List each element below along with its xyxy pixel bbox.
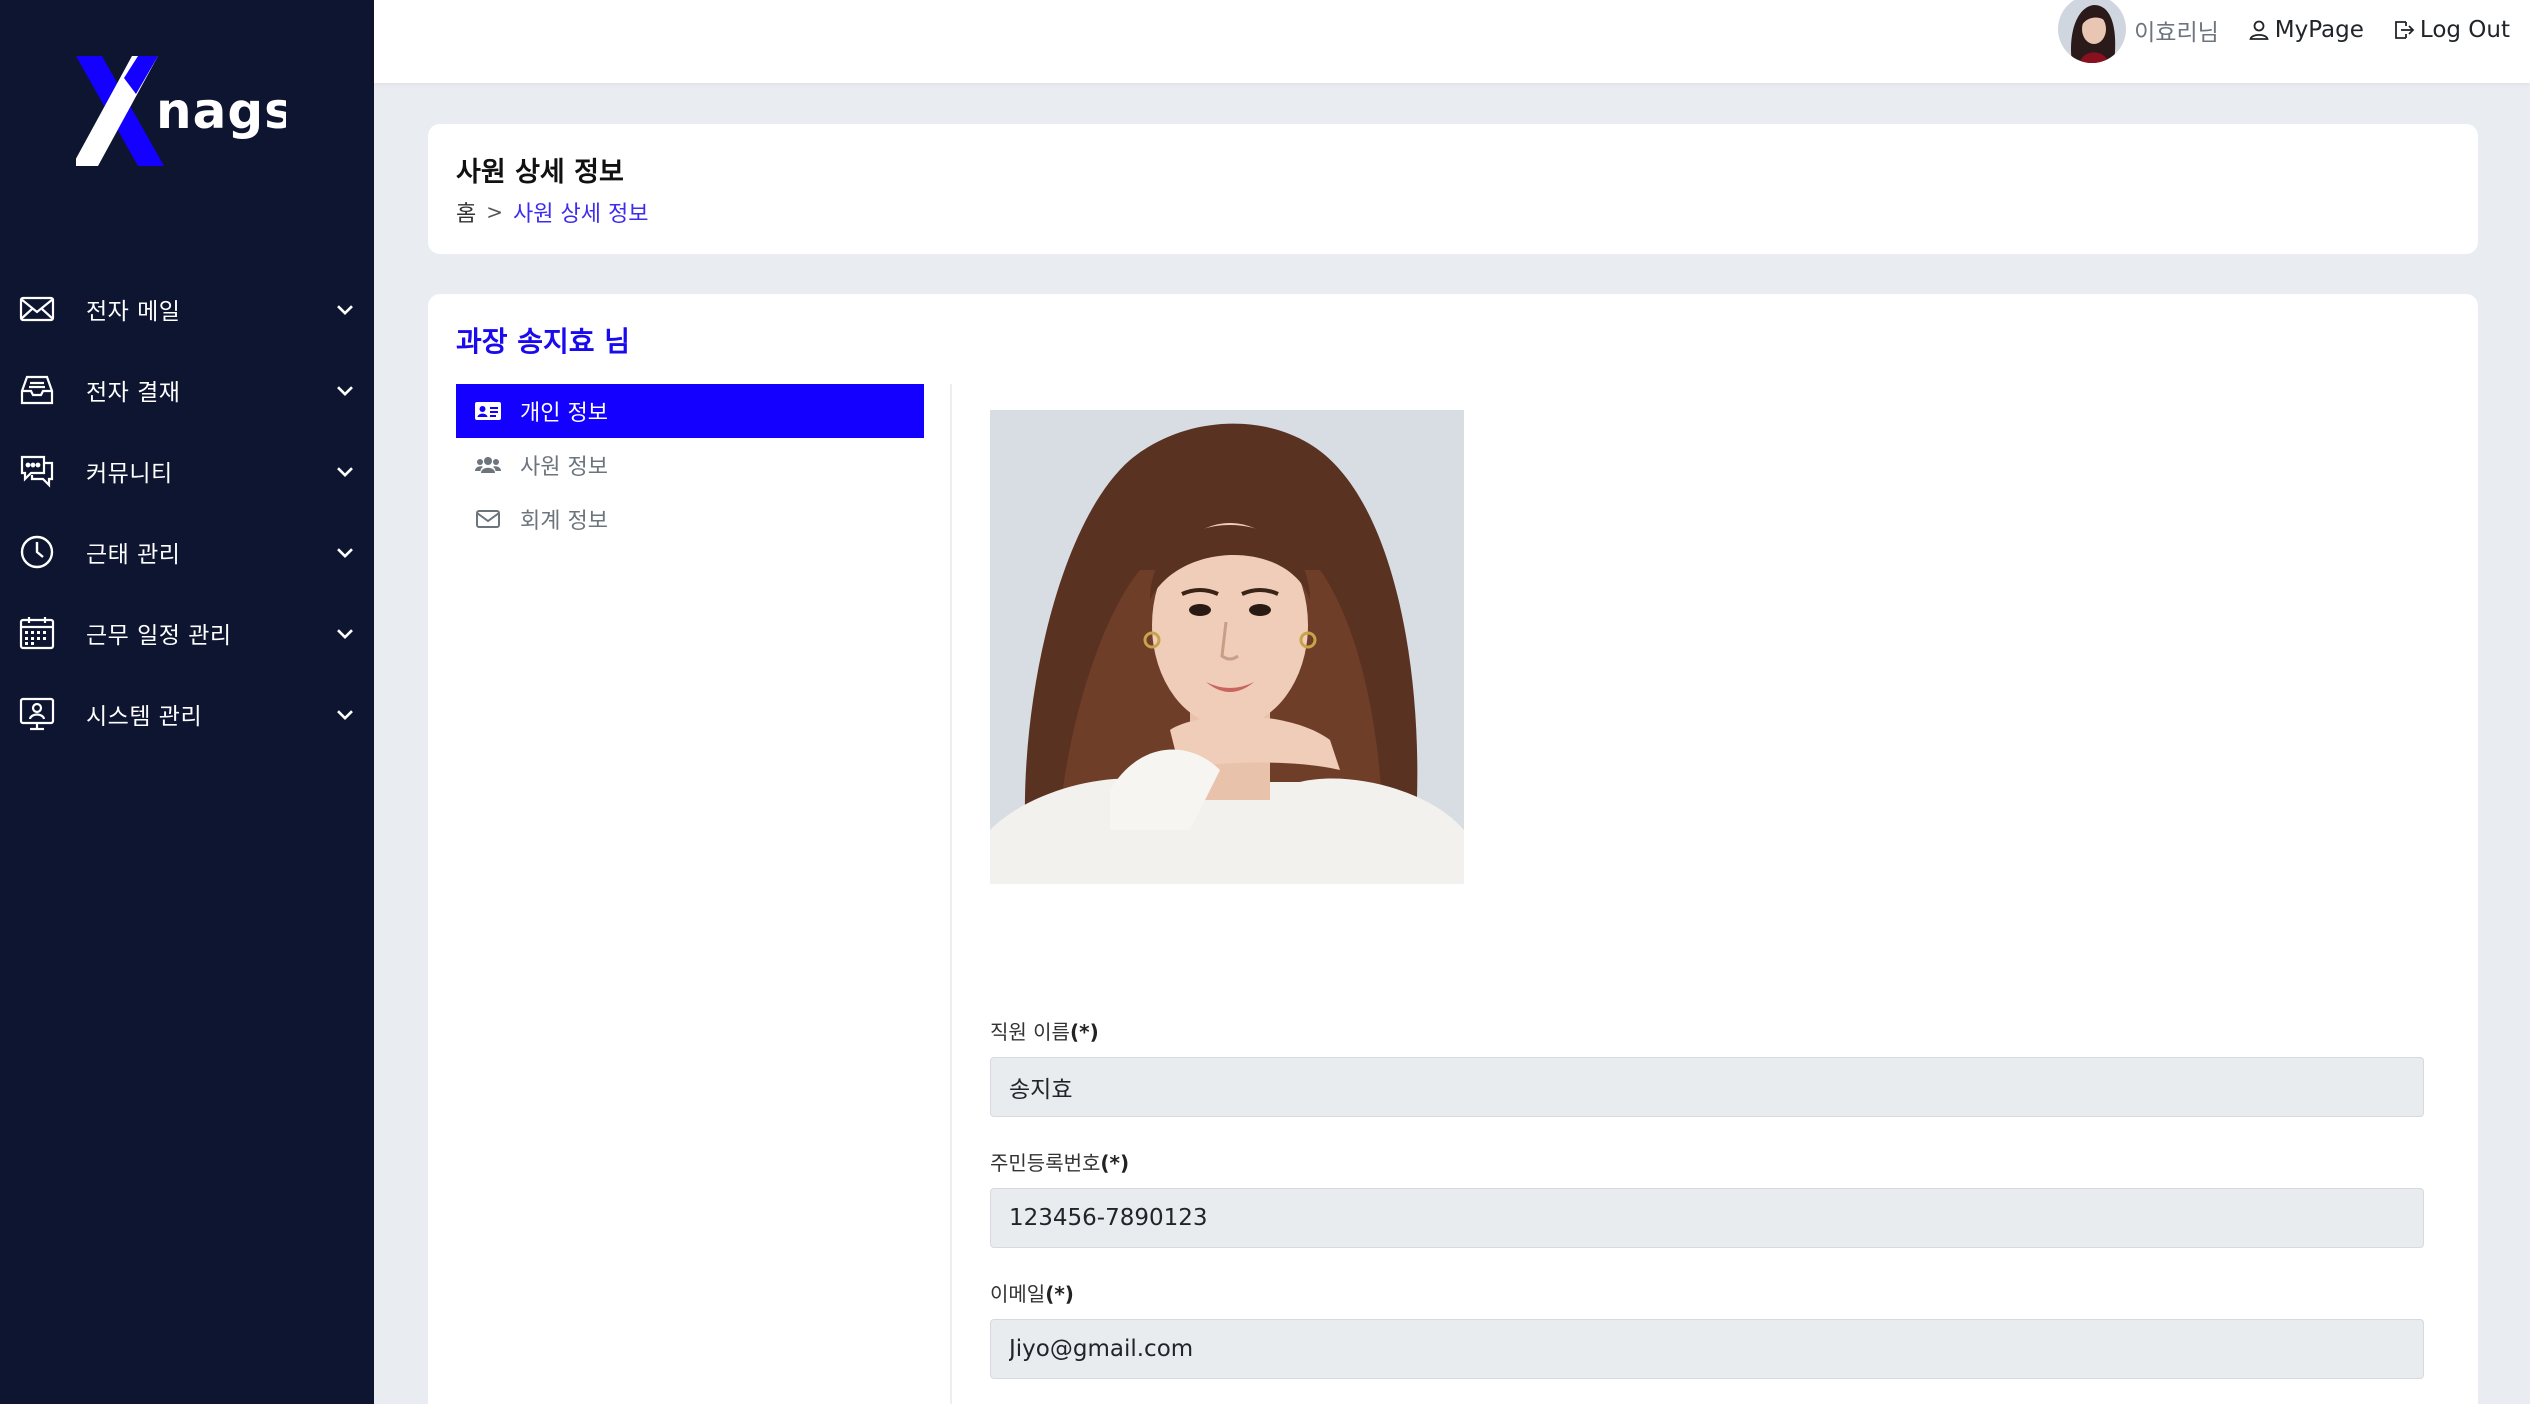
sidebar: nags 전자 메일 전자 결재 커뮤니티 근태 관리 근무 일정 관리 시스템…	[0, 0, 374, 1404]
logout-label: Log Out	[2419, 17, 2510, 43]
user-name: 이효리님	[2134, 20, 2219, 46]
envelope-icon	[474, 507, 502, 531]
tab-personal-info[interactable]: 개인 정보	[456, 384, 924, 438]
sidebar-item-label: 전자 메일	[86, 298, 181, 325]
chevron-down-icon	[336, 304, 354, 316]
logout-icon	[2395, 21, 2415, 39]
tab-label: 사원 정보	[520, 455, 608, 480]
chevron-down-icon	[336, 709, 354, 721]
breadcrumb-current: 사원 상세 정보	[513, 202, 649, 227]
email-field: 이메일(*)	[990, 1278, 2424, 1379]
required-marker: (*)	[1045, 1282, 1074, 1306]
sidebar-item-schedule[interactable]: 근무 일정 관리	[0, 592, 374, 673]
xnags-logo[interactable]: nags	[76, 54, 286, 168]
employee-heading: 과장 송지효 님	[456, 325, 631, 358]
breadcrumb-home[interactable]: 홈	[456, 196, 476, 228]
employee-photo	[990, 410, 1464, 884]
sidebar-item-label: 전자 결재	[86, 379, 181, 406]
chevron-down-icon	[336, 466, 354, 478]
employee-name-input[interactable]	[990, 1057, 2424, 1117]
calendar-icon	[18, 614, 56, 652]
sidebar-item-system[interactable]: 시스템 관리	[0, 673, 374, 754]
topbar: 이효리님 MyPage Log Out	[374, 0, 2530, 83]
tab-accounting-info[interactable]: 회계 정보	[456, 492, 924, 546]
sidebar-item-attendance[interactable]: 근태 관리	[0, 511, 374, 592]
tab-employee-info[interactable]: 사원 정보	[456, 438, 924, 492]
mypage-link[interactable]: MyPage	[2247, 17, 2364, 43]
id-card-icon	[474, 399, 502, 423]
inbox-tray-icon	[18, 371, 56, 409]
resident-number-field: 주민등록번호(*)	[990, 1147, 2424, 1248]
sidebar-nav: 전자 메일 전자 결재 커뮤니티 근태 관리 근무 일정 관리 시스템 관리	[0, 268, 374, 754]
mail-icon	[18, 290, 56, 328]
resident-number-input[interactable]	[990, 1188, 2424, 1248]
chevron-down-icon	[336, 628, 354, 640]
logout-link[interactable]: Log Out	[2392, 17, 2510, 43]
email-input[interactable]	[990, 1319, 2424, 1379]
mypage-label: MyPage	[2274, 17, 2364, 43]
sidebar-item-approval[interactable]: 전자 결재	[0, 349, 374, 430]
sidebar-item-email[interactable]: 전자 메일	[0, 268, 374, 349]
page-header-card: 사원 상세 정보 홈 > 사원 상세 정보	[428, 124, 2478, 254]
tab-label: 개인 정보	[520, 401, 608, 426]
employee-detail-card: 과장 송지효 님 개인 정보 사원 정보 회계 정보 직원 이름(*) 송지효 …	[428, 294, 2478, 1404]
sidebar-item-label: 근태 관리	[86, 541, 181, 568]
sidebar-item-community[interactable]: 커뮤니티	[0, 430, 374, 511]
required-marker: (*)	[1100, 1151, 1130, 1175]
breadcrumb-separator: >	[486, 200, 504, 224]
detail-tabs: 개인 정보 사원 정보 회계 정보	[456, 384, 952, 1404]
users-icon	[474, 453, 502, 477]
chat-bubbles-icon	[18, 452, 56, 490]
breadcrumb: 홈 > 사원 상세 정보	[456, 196, 648, 228]
resident-number-label: 주민등록번호(*)	[990, 1147, 2424, 1176]
user-menu: 이효리님 MyPage Log Out	[2058, 0, 2510, 63]
monitor-user-icon	[18, 695, 56, 733]
employee-name-label: 직원 이름(*)	[990, 1016, 2424, 1045]
resident-number-label-text: 주민등록번호	[990, 1151, 1101, 1175]
email-label-text: 이메일	[990, 1282, 1046, 1306]
user-icon	[2249, 20, 2269, 40]
sidebar-item-label: 근무 일정 관리	[86, 622, 232, 649]
chevron-down-icon	[336, 385, 354, 397]
tab-label: 회계 정보	[520, 509, 608, 534]
sidebar-item-label: 시스템 관리	[86, 703, 203, 730]
employee-name-field: 직원 이름(*)	[990, 1016, 2424, 1117]
page-title: 사원 상세 정보	[456, 157, 624, 188]
email-label: 이메일(*)	[990, 1278, 2424, 1307]
chevron-down-icon	[336, 547, 354, 559]
sidebar-item-label: 커뮤니티	[86, 460, 173, 487]
svg-text:nags: nags	[156, 82, 286, 140]
avatar[interactable]	[2058, 0, 2127, 63]
clock-icon	[18, 533, 56, 571]
employee-name-label-text: 직원 이름	[990, 1020, 1070, 1044]
required-marker: (*)	[1069, 1020, 1099, 1044]
